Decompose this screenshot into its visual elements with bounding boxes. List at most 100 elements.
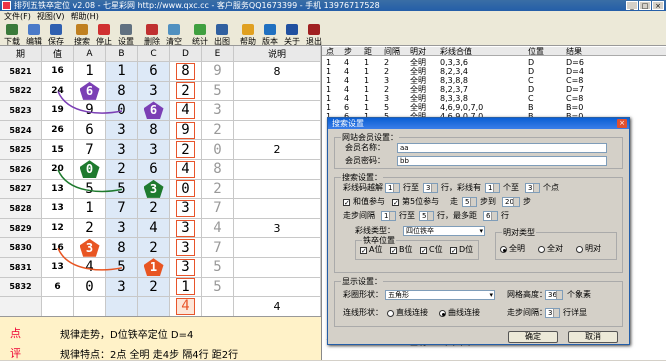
toolbar-version-button[interactable]: 版本 <box>259 22 281 46</box>
results-cell: D <box>528 85 535 94</box>
grid-cell-zhi: 13 <box>42 179 74 200</box>
target-box: 3 <box>176 199 195 217</box>
chart-icon <box>216 24 228 35</box>
toolbar-label: 帮助 <box>240 37 256 46</box>
dialog-close-icon[interactable]: × <box>617 119 627 128</box>
row2-label-b: 步到 <box>480 197 496 206</box>
grid-cell-zhi: 16 <box>42 238 74 258</box>
ok-button[interactable]: 确定 <box>508 331 558 343</box>
pos-a-checkbox[interactable]: ✓ <box>360 247 367 255</box>
row1-spin-2[interactable]: 3 <box>423 183 438 193</box>
results-cell: B <box>528 103 534 112</box>
grid-cell-qi: 5825 <box>0 140 42 160</box>
type-select[interactable]: 四位铁卒 <box>403 226 485 236</box>
pos-b-label: B位 <box>399 245 413 254</box>
grid-cell-qi: 5822 <box>0 81 42 102</box>
toolbar-download-button[interactable]: 下载 <box>1 22 23 46</box>
line-curve-radio[interactable] <box>439 310 446 317</box>
toolbar-chart-button[interactable]: 出图 <box>211 22 233 46</box>
sum-checkbox[interactable]: ✓ <box>343 199 350 207</box>
grid-cell-c: 6 <box>138 160 170 180</box>
grid-cell-d: 4 <box>170 160 202 180</box>
grid-cell-qi <box>0 297 42 317</box>
row1-spin-3[interactable]: 1 <box>485 183 500 193</box>
results-cell: 明对 <box>410 47 426 56</box>
toolbar-about-button[interactable]: 关于 <box>281 22 303 46</box>
grid-header: E <box>202 46 234 62</box>
results-cell: 位置 <box>528 47 544 56</box>
toolbar-exit-button[interactable]: 退出 <box>303 22 325 46</box>
pair-dui-radio[interactable] <box>538 246 545 253</box>
pair-ming-radio[interactable] <box>576 246 583 253</box>
grid-cell-c: 3 <box>138 179 170 200</box>
toolbar-label: 保存 <box>48 37 64 46</box>
row2-spin-2[interactable]: 20 <box>502 197 520 207</box>
results-cell: 结果 <box>566 47 582 56</box>
results-row[interactable]: 1 4 1 3 全明 8,3,8,8 C C=8 <box>322 76 666 85</box>
results-row[interactable]: 1 4 1 3 全明 8,3,3,8 C C=8 <box>322 94 666 103</box>
toolbar-help-button[interactable]: 帮助 <box>237 22 259 46</box>
results-row[interactable]: 1 4 1 2 全明 8,2,3,7 D D=7 <box>322 85 666 94</box>
menu-view[interactable]: 视图(V) <box>37 11 65 22</box>
step-gap-spin[interactable]: 3 <box>545 308 560 318</box>
grid-cell-e: 0 <box>202 140 234 160</box>
toolbar-search-button[interactable]: 搜索 <box>71 22 93 46</box>
pos5-checkbox-label: 第5位参与 <box>402 197 440 206</box>
results-cell: 4 <box>344 58 350 67</box>
grid-header: A <box>74 46 106 62</box>
grid-cell-zhi: 13 <box>42 199 74 219</box>
grid-cell-zhi: 15 <box>42 140 74 160</box>
grid-cell-e: 2 <box>202 179 234 200</box>
grid-cell-b: 2 <box>106 160 138 180</box>
pair-all-radio[interactable] <box>500 246 507 253</box>
grid-cell-b: 8 <box>106 238 138 258</box>
menu-file[interactable]: 文件(F) <box>4 11 31 22</box>
footer-text-comment: 规律特点：2点 全明 走4步 隔4行 距2行 <box>60 350 239 361</box>
line-straight-radio[interactable] <box>387 310 394 317</box>
results-cell: D <box>528 58 535 67</box>
toolbar-stop-button[interactable]: 停止 <box>93 22 115 46</box>
shape-select[interactable]: 五角形 <box>385 290 495 300</box>
grid-cell-d: 2 <box>170 81 202 102</box>
grid-cell-expl <box>234 101 321 121</box>
line-curve-label: 曲线连接 <box>448 308 480 317</box>
results-cell: 5 <box>384 103 390 112</box>
toolbar-clear-button[interactable]: 清空 <box>163 22 185 46</box>
row3-spin-3[interactable]: 6 <box>483 211 498 221</box>
row3-spin-1[interactable]: 1 <box>381 211 396 221</box>
row1-spin-1[interactable]: 1 <box>385 183 400 193</box>
row2-spin-1[interactable]: 5 <box>462 197 477 207</box>
results-row[interactable]: 1 4 1 2 全明 0,3,3,6 D D=6 <box>322 58 666 67</box>
member-pass-input[interactable]: bb <box>397 156 607 166</box>
toolbar-settings-button[interactable]: 设置 <box>115 22 137 46</box>
toolbar-label: 搜索 <box>74 37 90 46</box>
menu-help[interactable]: 帮助(H) <box>71 11 99 22</box>
pos-d-checkbox[interactable]: ✓ <box>450 247 457 255</box>
member-name-input[interactable]: aa <box>397 143 607 153</box>
results-row[interactable]: 1 6 1 5 全明 4,6,9,0,7,0 B B=0 <box>322 103 666 112</box>
results-row[interactable] <box>322 347 666 356</box>
app-icon <box>2 1 11 10</box>
row3-spin-2[interactable]: 5 <box>419 211 434 221</box>
toolbar-save-button[interactable]: 保存 <box>45 22 67 46</box>
row1-spin-4[interactable]: 3 <box>525 183 540 193</box>
cancel-button[interactable]: 取消 <box>568 331 618 343</box>
maximize-button[interactable]: □ <box>639 1 651 10</box>
toolbar-label: 版本 <box>262 37 278 46</box>
minimize-button[interactable]: _ <box>626 1 638 10</box>
pos-c-checkbox[interactable]: ✓ <box>420 247 427 255</box>
grid-height-spin[interactable]: 36 <box>545 290 563 300</box>
row3-label-c: 行，最多距 <box>437 211 477 220</box>
grid-header: B <box>106 46 138 62</box>
pos5-checkbox[interactable]: ✓ <box>392 199 399 207</box>
results-row[interactable]: 1 4 1 2 全明 8,2,3,4 D D=4 <box>322 67 666 76</box>
grid-cell-qi: 5827 <box>0 179 42 200</box>
toolbar-delete-button[interactable]: 删除 <box>141 22 163 46</box>
toolbar-edit-button[interactable]: 编辑 <box>23 22 45 46</box>
stop-icon <box>98 24 110 35</box>
grid-cell-e: 2 <box>202 120 234 141</box>
toolbar-stats-button[interactable]: 统计 <box>189 22 211 46</box>
close-button[interactable]: × <box>652 1 664 10</box>
footer-label-point: 点 <box>10 327 21 340</box>
pos-b-checkbox[interactable]: ✓ <box>390 247 397 255</box>
